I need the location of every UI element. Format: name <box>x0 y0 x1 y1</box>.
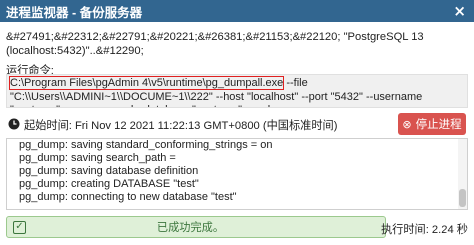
status-text: 已成功完成。 <box>156 222 225 234</box>
scrollbar-thumb[interactable] <box>459 189 466 207</box>
executable-path: C:\Program Files\pgAdmin 4\v5\runtime\pg… <box>8 76 285 90</box>
check-icon: ✓ <box>13 220 26 234</box>
clock-icon <box>8 118 20 130</box>
log-line: pg_dump: creating DATABASE "test" <box>19 178 199 190</box>
log-scrollbar[interactable] <box>458 139 467 209</box>
process-description: &#27491;&#22312;&#22791;&#20221;&#26381;… <box>6 31 424 57</box>
stop-button-label: 停止进程 <box>415 119 462 131</box>
watermark: CSDN @大小苏 <box>402 232 470 243</box>
title-bar[interactable]: 进程监视器 - 备份服务器 × <box>0 0 474 22</box>
start-time: 起始时间: Fri Nov 12 2021 11:22:13 GMT+0800 … <box>24 120 338 132</box>
process-monitor-dialog: 进程监视器 - 备份服务器 × &#27491;&#22312;&#22791;… <box>0 0 474 245</box>
log-line: pg_dump: saving database definition <box>19 165 199 177</box>
log-line: pg_dump: saving search_path = <box>19 152 176 164</box>
close-icon[interactable]: × <box>453 1 466 21</box>
log-line: pg_dump: saving standard_conforming_stri… <box>19 139 273 151</box>
status-banner: ✓ 已成功完成。 <box>6 216 386 238</box>
log-output[interactable]: pg_dump: saving standard_conforming_stri… <box>6 138 468 210</box>
stop-circle-icon: ⊗ <box>402 118 412 131</box>
stop-process-button[interactable]: ⊗ 停止进程 <box>398 113 466 135</box>
command-box: C:\Program Files\pgAdmin 4\v5\runtime\pg… <box>6 74 468 108</box>
log-line: pg_dump: connecting to new database "tes… <box>19 191 237 203</box>
dialog-title: 进程监视器 - 备份服务器 <box>6 5 143 20</box>
